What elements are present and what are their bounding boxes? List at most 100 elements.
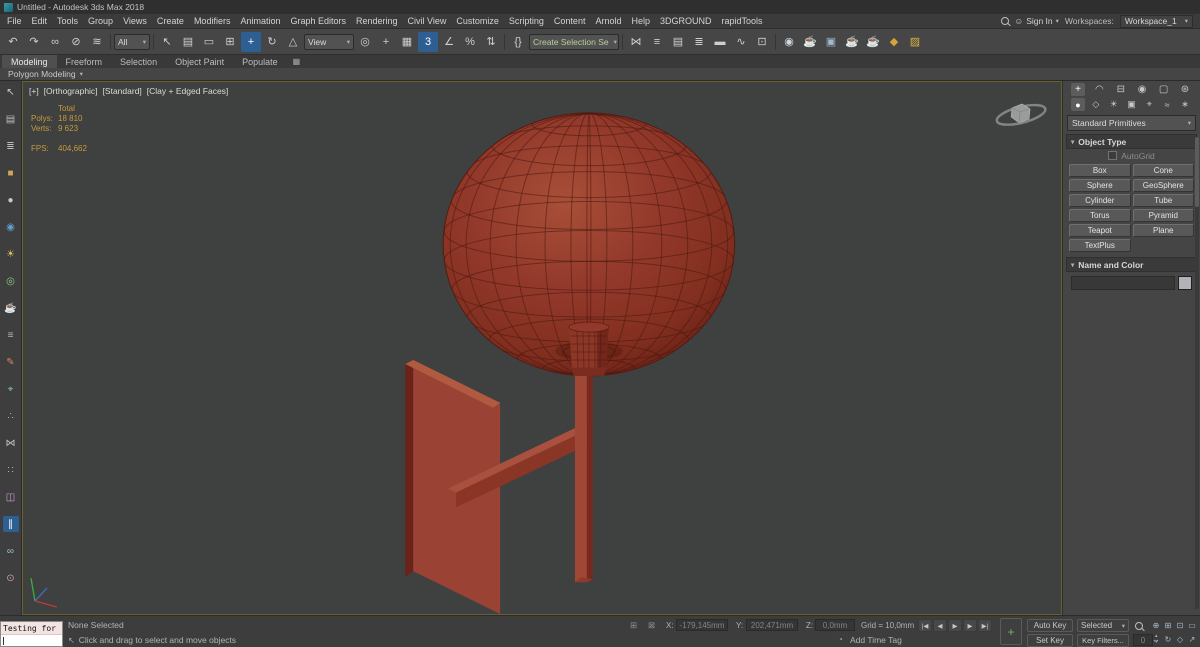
listener-input-line[interactable]: [1, 635, 62, 646]
object-color-swatch[interactable]: [1178, 276, 1192, 290]
set-key-button[interactable]: Set Key: [1027, 634, 1073, 647]
viewport-menu-segment[interactable]: [Orthographic]: [44, 86, 98, 96]
x-coordinate-field[interactable]: -179,145mm: [676, 619, 728, 631]
render-production-icon[interactable]: ☕: [842, 32, 862, 52]
helpers-category-icon[interactable]: ⌖: [1142, 98, 1156, 111]
unlink-selection-icon[interactable]: ⊘: [66, 32, 86, 52]
search-icon[interactable]: [1000, 17, 1009, 25]
menu-item[interactable]: Help: [626, 14, 655, 28]
shapes-category-icon[interactable]: ◇: [1089, 98, 1103, 111]
mirror-icon[interactable]: ⋈: [626, 32, 646, 52]
menu-item[interactable]: Modifiers: [189, 14, 236, 28]
percent-snap-toggle-icon[interactable]: %: [460, 32, 480, 52]
add-time-tag[interactable]: Add Time Tag: [850, 635, 902, 645]
title-bar[interactable]: Untitled - Autodesk 3ds Max 2018: [0, 0, 1200, 14]
select-and-rotate-icon[interactable]: ↻: [262, 32, 282, 52]
pan-view-icon[interactable]: ↔: [1151, 634, 1161, 645]
lights-category-icon[interactable]: ☀: [1107, 98, 1121, 111]
reference-coordinate-dropdown[interactable]: View ▾: [304, 33, 354, 50]
go-to-start-icon[interactable]: |◀: [918, 619, 932, 632]
menu-item[interactable]: Scripting: [504, 14, 549, 28]
workspace-dropdown[interactable]: Workspace_1 ▾: [1119, 14, 1193, 28]
set-keys-big-button[interactable]: +: [1000, 618, 1022, 645]
schematic-view-icon[interactable]: ⊡: [752, 32, 772, 52]
panel-scrollbar-thumb[interactable]: [1195, 137, 1199, 207]
window-crossing-toggle-icon[interactable]: ⊞: [220, 32, 240, 52]
selection-filter-dropdown[interactable]: All ▾: [114, 33, 150, 50]
spinner-snap-toggle-icon[interactable]: ⇅: [481, 32, 501, 52]
geometry-category-icon[interactable]: ●: [1071, 98, 1085, 111]
primitive-button[interactable]: TextPlus: [1069, 239, 1131, 252]
primitive-button[interactable]: Torus: [1069, 209, 1131, 222]
rendered-frame-window-icon[interactable]: ▣: [821, 32, 841, 52]
display-tab-icon[interactable]: ▢: [1157, 83, 1171, 96]
arnold-render-icon[interactable]: ◆: [884, 32, 904, 52]
zoom-all-icon[interactable]: ⊞: [1163, 620, 1173, 631]
toggle-ribbon-icon[interactable]: ▬: [710, 32, 730, 52]
panel-scrollbar[interactable]: [1195, 137, 1199, 609]
primitive-button[interactable]: Tube: [1132, 194, 1194, 207]
zoom-region-icon[interactable]: ▭: [1187, 620, 1197, 631]
mirror-modifier-icon[interactable]: ⋈: [3, 435, 19, 451]
menu-item[interactable]: Content: [549, 14, 591, 28]
menu-item[interactable]: Arnold: [590, 14, 626, 28]
keyboard-shortcut-override-icon[interactable]: ▦: [397, 32, 417, 52]
viewport-menu-segment[interactable]: [Clay + Edged Faces]: [147, 86, 229, 96]
scene-object-wall-lamp[interactable]: [405, 112, 736, 614]
object-type-rollout-header[interactable]: ▾ Object Type: [1066, 134, 1197, 149]
select-and-move-icon[interactable]: +: [241, 31, 261, 52]
menu-item[interactable]: Views: [118, 14, 152, 28]
select-and-manipulate-icon[interactable]: +: [376, 32, 396, 52]
named-selection-sets-dropdown[interactable]: Create Selection Se ▾: [529, 33, 619, 50]
redo-icon[interactable]: ↷: [24, 32, 44, 52]
toggle-scene-explorer-icon[interactable]: ▤: [668, 32, 688, 52]
status-search-icon[interactable]: [1135, 622, 1143, 630]
isolate-selection-icon[interactable]: ⊙: [3, 570, 19, 586]
primitive-button[interactable]: Sphere: [1069, 179, 1131, 192]
systems-category-icon[interactable]: ∗: [1178, 98, 1192, 111]
render-teapot-icon[interactable]: ☕: [3, 300, 19, 316]
utilities-tab-icon[interactable]: ⊛: [1178, 83, 1192, 96]
select-and-link-icon[interactable]: ∞: [45, 32, 65, 52]
primitive-button[interactable]: GeoSphere: [1132, 179, 1194, 192]
primitive-category-dropdown[interactable]: Standard Primitives ▾: [1067, 115, 1196, 131]
select-by-name-icon[interactable]: ▤: [178, 32, 198, 52]
modify-tab-icon[interactable]: ◠: [1092, 83, 1106, 96]
ribbon-tab[interactable]: Freeform: [57, 55, 112, 68]
scene-explorer-icon[interactable]: ▤: [3, 111, 19, 127]
menu-item[interactable]: Rendering: [351, 14, 403, 28]
array-tool-icon[interactable]: ∷: [3, 462, 19, 478]
use-pivot-point-center-icon[interactable]: ◎: [355, 32, 375, 52]
field-of-view-icon[interactable]: ◇: [1175, 634, 1185, 645]
name-color-rollout-header[interactable]: ▾ Name and Color: [1066, 257, 1197, 272]
snaps-toggle-icon[interactable]: 3: [418, 31, 438, 52]
zoom-extents-icon[interactable]: ⊡: [1175, 620, 1185, 631]
primitive-button[interactable]: Cone: [1132, 164, 1194, 177]
space-warps-category-icon[interactable]: ≈: [1160, 98, 1174, 111]
orbit-view-icon[interactable]: ↻: [1163, 634, 1173, 645]
ribbon-tab[interactable]: Modeling: [2, 55, 57, 68]
geometry-box-icon[interactable]: ■: [3, 165, 19, 181]
menu-item[interactable]: Tools: [52, 14, 83, 28]
viewport-menu-segment[interactable]: [+]: [29, 86, 39, 96]
zoom-icon[interactable]: ⊕: [1151, 620, 1161, 631]
menu-item[interactable]: Group: [83, 14, 118, 28]
camera-tool-icon[interactable]: ◎: [3, 273, 19, 289]
viewport-menu-segment[interactable]: [Standard]: [103, 86, 142, 96]
bind-to-space-warp-icon[interactable]: ≋: [87, 32, 107, 52]
link-hierarchy-icon[interactable]: ∞: [3, 543, 19, 559]
script-listener-icon[interactable]: ≡: [3, 327, 19, 343]
current-frame-field[interactable]: 0: [1133, 634, 1153, 646]
spacing-tool-icon[interactable]: ∴: [3, 408, 19, 424]
object-name-field[interactable]: [1071, 276, 1175, 290]
auto-key-button[interactable]: Auto Key: [1027, 619, 1073, 632]
primitive-button[interactable]: Box: [1069, 164, 1131, 177]
measure-tape-icon[interactable]: ⌖: [3, 381, 19, 397]
cameras-category-icon[interactable]: ▣: [1124, 98, 1138, 111]
menu-item[interactable]: Animation: [235, 14, 285, 28]
next-frame-icon[interactable]: ▶: [963, 619, 977, 632]
primitive-button[interactable]: Cylinder: [1069, 194, 1131, 207]
ribbon-tab[interactable]: Object Paint: [166, 55, 233, 68]
menu-item[interactable]: 3DGROUND: [655, 14, 717, 28]
select-cursor-icon[interactable]: ↖: [3, 84, 19, 100]
